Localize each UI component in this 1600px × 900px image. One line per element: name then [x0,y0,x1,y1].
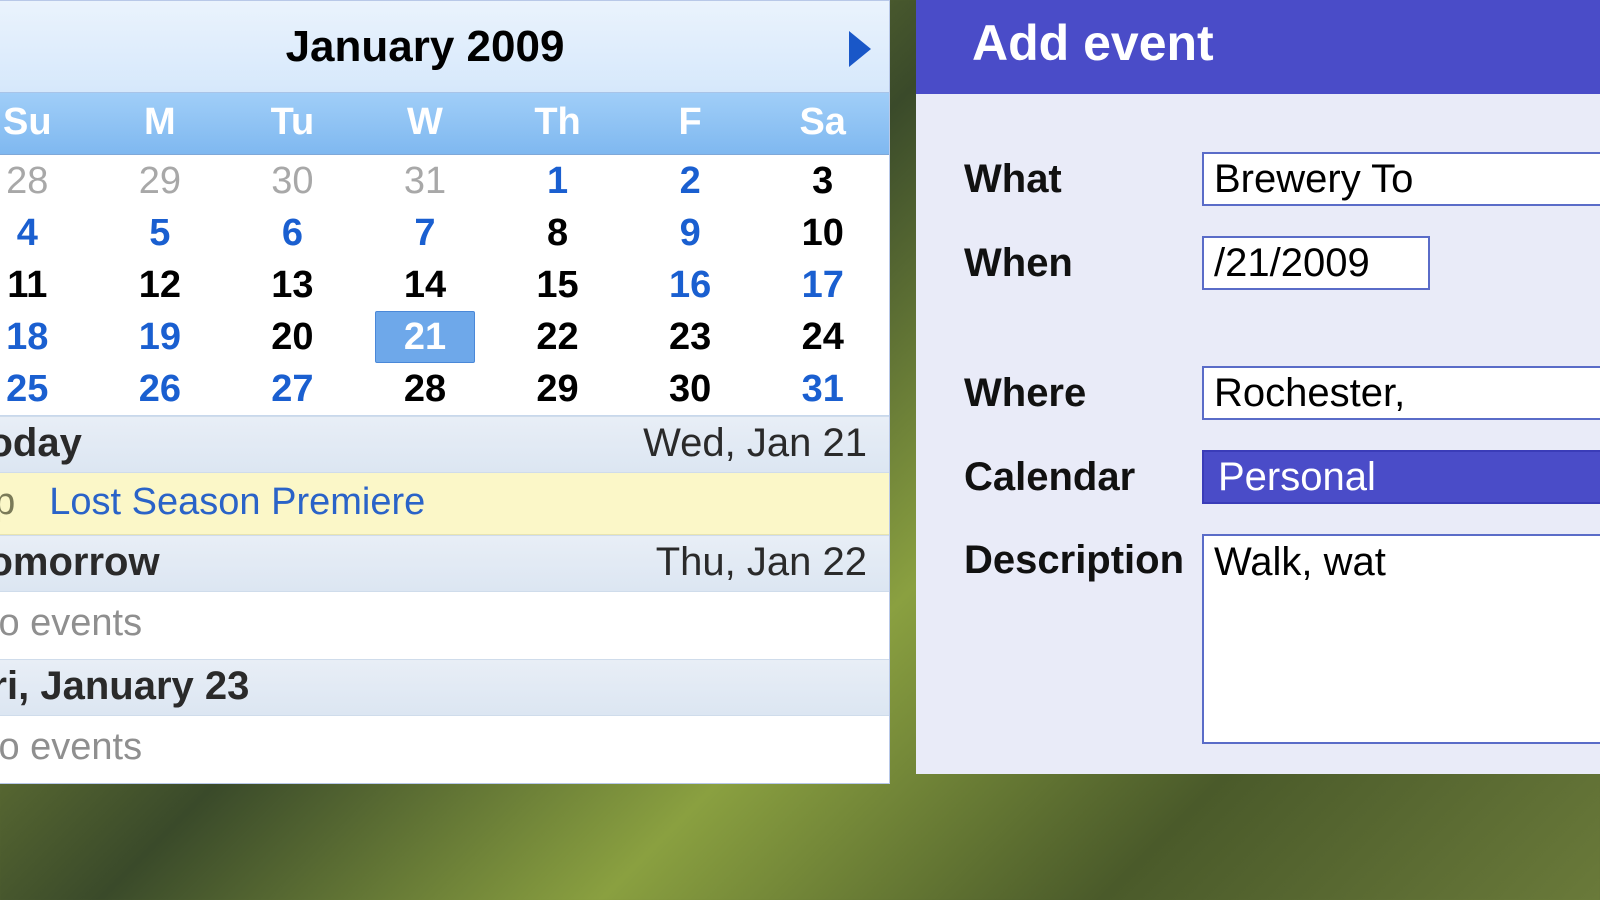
calendar-day[interactable]: 5 [94,207,227,259]
calendar-day[interactable]: 17 [756,259,889,311]
agenda-list: TodayWed, Jan 218pLost Season PremiereTo… [0,415,889,783]
calendar-day[interactable]: 27 [226,363,359,415]
agenda-section-header[interactable]: Fri, January 23 [0,659,889,716]
calendar-day[interactable]: 6 [226,207,359,259]
calendar-day[interactable]: 31 [359,155,492,207]
label-where: Where [964,371,1202,416]
calendar-day[interactable]: 8 [491,207,624,259]
input-where[interactable] [1202,366,1600,420]
calendar-day[interactable]: 24 [756,311,889,363]
dow-cell: Tu [226,93,359,154]
calendar-day[interactable]: 30 [624,363,757,415]
calendar-day[interactable]: 15 [491,259,624,311]
calendar-day[interactable]: 21 [359,311,492,363]
calendar-day[interactable]: 14 [359,259,492,311]
calendar-day[interactable]: 28 [0,155,94,207]
dow-cell: Sa [756,93,889,154]
calendar-day[interactable]: 25 [0,363,94,415]
input-when[interactable] [1202,236,1430,290]
agenda-event[interactable]: 8pLost Season Premiere [0,473,889,535]
input-what[interactable] [1202,152,1600,206]
calendar-day[interactable]: 31 [756,363,889,415]
calendar-day[interactable]: 28 [359,363,492,415]
add-event-title: Add event [916,0,1600,94]
agenda-empty: No events [0,592,889,659]
calendar-day[interactable]: 18 [0,311,94,363]
calendar-day[interactable]: 29 [94,155,227,207]
calendar-day[interactable]: 13 [226,259,359,311]
agenda-empty: No events [0,716,889,783]
label-when: When [964,241,1202,286]
calendar-day[interactable]: 19 [94,311,227,363]
agenda-section-header[interactable]: TodayWed, Jan 21 [0,416,889,473]
label-calendar: Calendar [964,455,1202,500]
add-event-panel: Add event What When Where Calendar Perso… [916,0,1600,774]
dow-cell: Su [0,93,94,154]
calendar-day[interactable]: 26 [94,363,227,415]
calendar-day[interactable]: 1 [491,155,624,207]
calendar-day[interactable]: 3 [756,155,889,207]
calendar-titlebar: January 2009 [0,1,889,93]
calendar-panel: January 2009 SuMTuWThFSa 282930311234567… [0,0,890,784]
calendar-day[interactable]: 30 [226,155,359,207]
select-calendar[interactable]: Personal [1202,450,1600,504]
calendar-day[interactable]: 10 [756,207,889,259]
calendar-day[interactable]: 4 [0,207,94,259]
dow-cell: Th [491,93,624,154]
calendar-day[interactable]: 22 [491,311,624,363]
dow-cell: F [624,93,757,154]
dow-cell: W [359,93,492,154]
calendar-day[interactable]: 9 [624,207,757,259]
label-description: Description [964,534,1202,583]
calendar-day[interactable]: 2 [624,155,757,207]
calendar-day[interactable]: 23 [624,311,757,363]
dow-cell: M [94,93,227,154]
calendar-month-title: January 2009 [286,22,565,72]
calendar-grid: 2829303112345678910111213141516171819202… [0,155,889,415]
day-of-week-header: SuMTuWThFSa [0,93,889,155]
add-event-form: What When Where Calendar Personal Descri… [916,94,1600,744]
calendar-day[interactable]: 11 [0,259,94,311]
calendar-day[interactable]: 20 [226,311,359,363]
next-month-arrow-icon[interactable] [849,31,871,67]
agenda-section-header[interactable]: TomorrowThu, Jan 22 [0,535,889,592]
calendar-day[interactable]: 12 [94,259,227,311]
label-what: What [964,157,1202,202]
input-description[interactable] [1202,534,1600,744]
calendar-day[interactable]: 7 [359,207,492,259]
calendar-day[interactable]: 29 [491,363,624,415]
calendar-day[interactable]: 16 [624,259,757,311]
